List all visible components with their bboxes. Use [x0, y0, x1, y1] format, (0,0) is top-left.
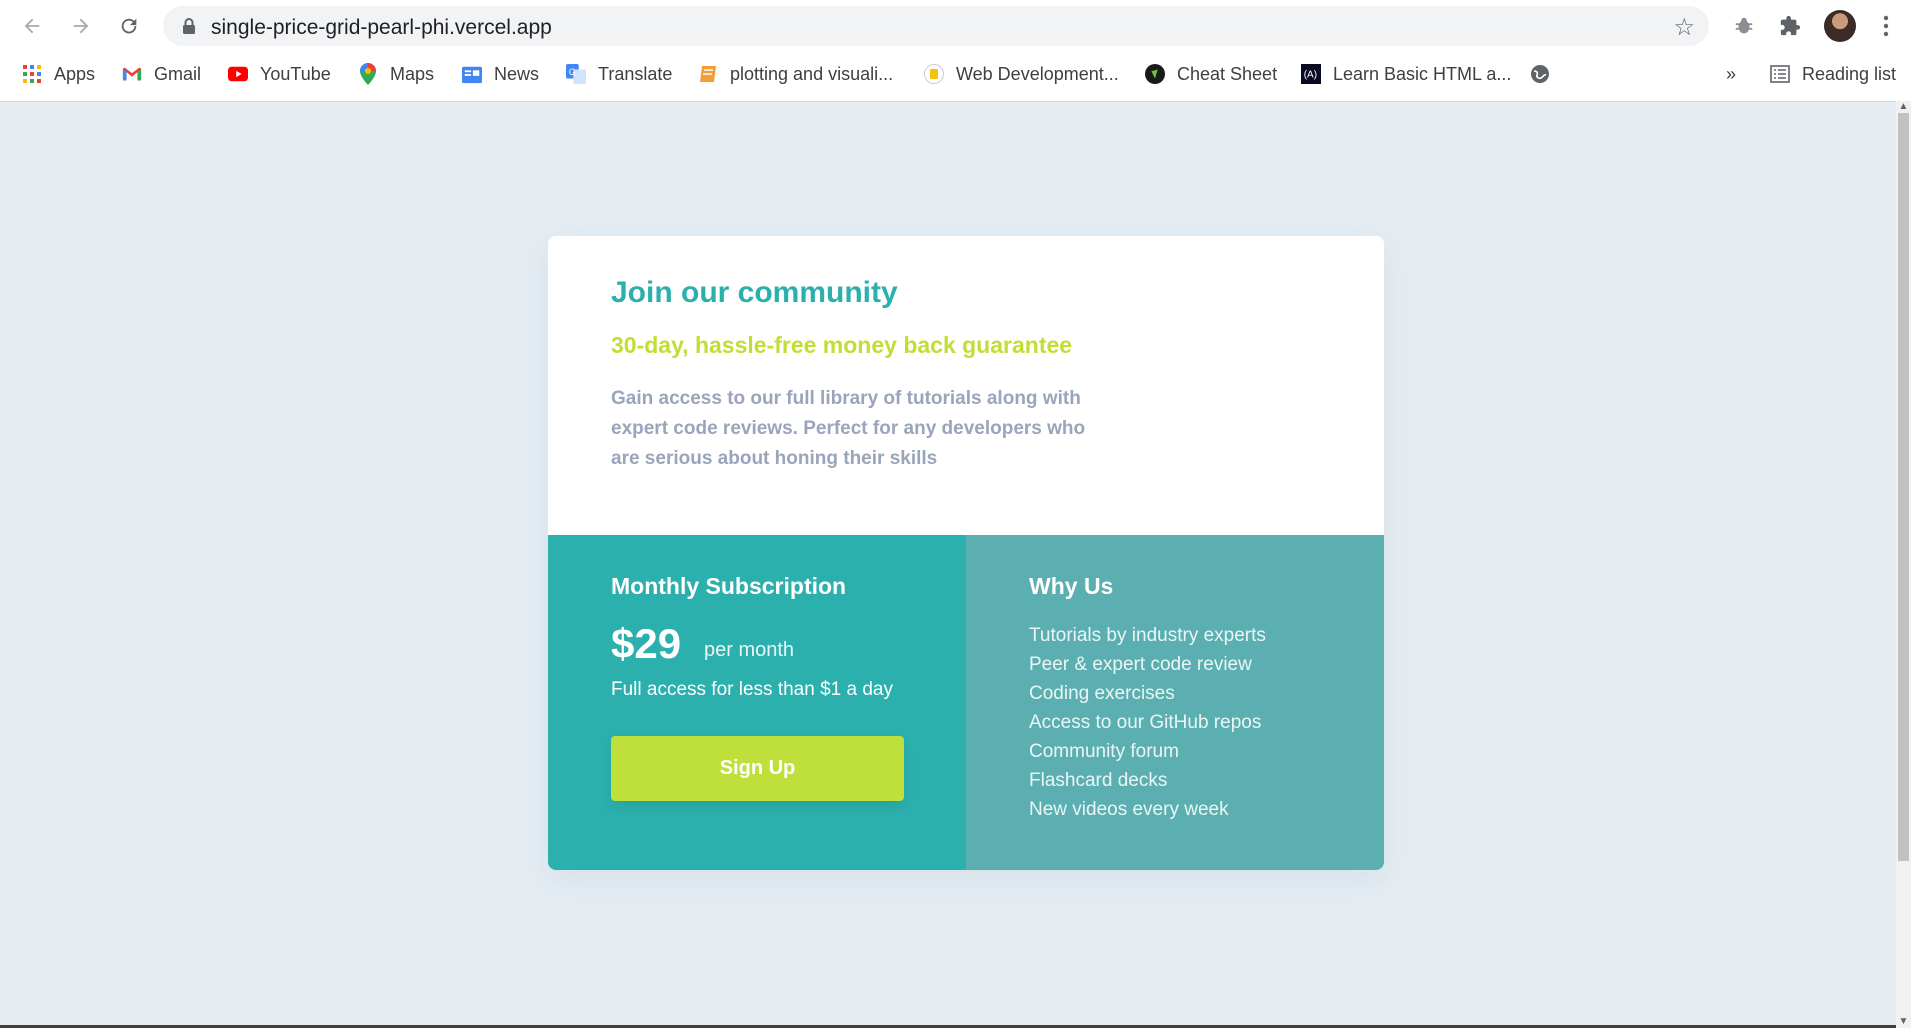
- bookmark-label: Web Development...: [956, 63, 1119, 84]
- community-description: Gain access to our full library of tutor…: [611, 388, 1086, 469]
- bookmark-globe[interactable]: [1530, 62, 1562, 86]
- subscription-title: Monthly Subscription: [611, 573, 847, 599]
- forward-button[interactable]: [67, 12, 95, 40]
- forward-arrow-icon: [73, 18, 89, 34]
- sign-up-button[interactable]: Sign Up: [611, 736, 904, 801]
- bookmarks-bar: Apps Gmail YouTube Maps News G Translate…: [0, 54, 1911, 94]
- reading-list-icon: [1770, 64, 1790, 84]
- why-us-item: Coding exercises: [1029, 683, 1175, 704]
- bookmark-star-icon[interactable]: ☆: [1673, 13, 1695, 42]
- bookmark-label: Apps: [54, 63, 96, 84]
- notebook-icon: [698, 64, 718, 84]
- bookmark-label: Translate: [598, 63, 673, 84]
- browser-toolbar: single-price-grid-pearl-phi.vercel.app ☆: [0, 0, 1911, 52]
- back-button[interactable]: [18, 12, 46, 40]
- pricing-card: Join our community 30-day, hassle-free m…: [548, 236, 1384, 870]
- bookmarks-overflow-button[interactable]: »: [1726, 62, 1736, 86]
- scrollbar-thumb[interactable]: [1898, 113, 1909, 861]
- page-title: Join our community: [611, 276, 898, 309]
- scroll-up-arrow-icon[interactable]: ▲: [1896, 101, 1911, 113]
- bookmark-plotting[interactable]: plotting and visuali...: [698, 62, 893, 86]
- bookmark-label: Maps: [390, 63, 435, 84]
- bookmark-label: Gmail: [154, 63, 202, 84]
- address-bar[interactable]: single-price-grid-pearl-phi.vercel.app ☆: [163, 6, 1709, 46]
- svg-text:G: G: [569, 67, 576, 77]
- bug-extension-icon[interactable]: [1730, 12, 1758, 40]
- freecodecamp-icon: (A): [1301, 64, 1321, 84]
- youtube-icon: [228, 64, 248, 84]
- lock-icon: [181, 17, 197, 40]
- gmail-icon: [122, 64, 142, 84]
- bookmark-cheatsheet[interactable]: Cheat Sheet: [1145, 62, 1277, 86]
- svg-text:(A): (A): [1304, 70, 1317, 81]
- why-us-item: Tutorials by industry experts: [1029, 625, 1266, 646]
- bookmark-label: Cheat Sheet: [1177, 63, 1278, 84]
- guarantee-subtitle: 30-day, hassle-free money back guarantee: [611, 332, 1073, 358]
- why-us-item: Community forum: [1029, 741, 1179, 762]
- why-us-item: Flashcard decks: [1029, 770, 1168, 791]
- browser-chrome: single-price-grid-pearl-phi.vercel.app ☆…: [0, 0, 1911, 102]
- community-section: Join our community 30-day, hassle-free m…: [548, 236, 1384, 535]
- overflow-chevron: »: [1726, 63, 1737, 84]
- news-icon: [462, 64, 482, 84]
- page-scrollbar[interactable]: ▲ ▼: [1896, 101, 1911, 1028]
- cheatsheet-icon: [1145, 64, 1165, 84]
- webdev-icon: [924, 64, 944, 84]
- back-arrow-icon: [24, 18, 40, 34]
- profile-avatar[interactable]: [1824, 10, 1856, 42]
- bookmark-news[interactable]: News: [462, 62, 539, 86]
- reload-button[interactable]: [115, 12, 143, 40]
- kebab-menu-icon[interactable]: [1872, 12, 1900, 40]
- price-amount: $29: [611, 620, 682, 667]
- why-us-item: New videos every week: [1029, 799, 1229, 820]
- bookmark-label: News: [494, 63, 540, 84]
- extensions-puzzle-icon[interactable]: [1776, 12, 1804, 40]
- apps-grid-icon: [22, 64, 42, 84]
- reading-list-button[interactable]: Reading list: [1770, 62, 1896, 86]
- scroll-down-arrow-icon[interactable]: ▼: [1896, 1016, 1911, 1028]
- bookmark-label: plotting and visuali...: [730, 63, 894, 84]
- bookmark-label: Learn Basic HTML a...: [1333, 63, 1512, 84]
- reload-icon: [121, 18, 137, 34]
- bookmark-maps[interactable]: Maps: [358, 62, 434, 86]
- bookmark-label: YouTube: [260, 63, 331, 84]
- subscription-section: Monthly Subscription $29 per month Full …: [548, 535, 966, 870]
- url-text[interactable]: single-price-grid-pearl-phi.vercel.app: [211, 16, 552, 40]
- bookmark-gmail[interactable]: Gmail: [122, 62, 201, 86]
- why-us-section: Why Us Tutorials by industry experts Pee…: [966, 535, 1384, 870]
- why-us-list: Tutorials by industry experts Peer & exp…: [1029, 621, 1266, 824]
- bookmark-youtube[interactable]: YouTube: [228, 62, 331, 86]
- maps-pin-icon: [358, 63, 378, 85]
- globe-icon: [1530, 64, 1550, 84]
- why-us-title: Why Us: [1029, 573, 1114, 599]
- why-us-item: Access to our GitHub repos: [1029, 712, 1262, 733]
- why-us-item: Peer & expert code review: [1029, 654, 1252, 675]
- translate-icon: G: [566, 64, 586, 84]
- bookmark-webdev[interactable]: Web Development...: [924, 62, 1119, 86]
- price-period: per month: [704, 639, 795, 661]
- reading-list-label: Reading list: [1802, 63, 1897, 84]
- access-note: Full access for less than $1 a day: [611, 679, 893, 700]
- bookmark-learnhtml[interactable]: (A) Learn Basic HTML a...: [1301, 62, 1511, 86]
- bookmark-apps[interactable]: Apps: [22, 62, 95, 86]
- bookmark-translate[interactable]: G Translate: [566, 62, 672, 86]
